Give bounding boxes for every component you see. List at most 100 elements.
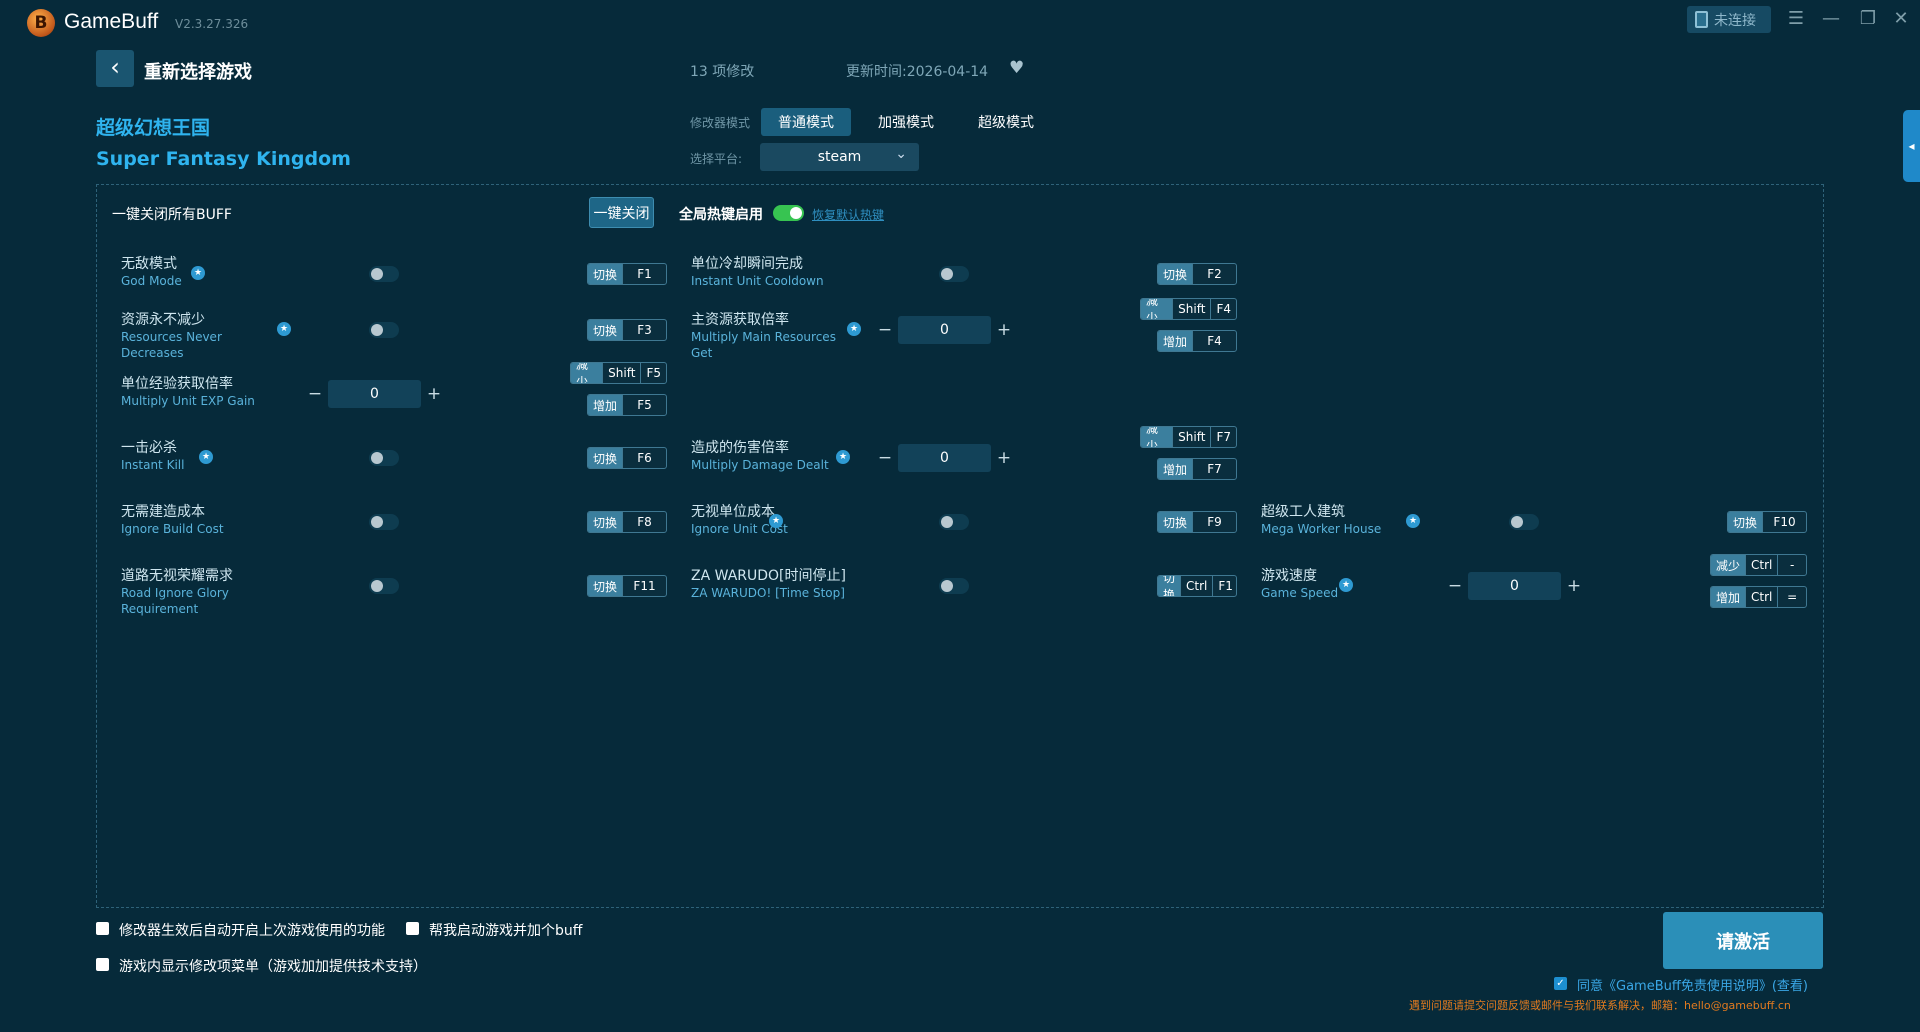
hotkey-key: F2 — [1192, 264, 1236, 284]
cheat-toggle[interactable] — [369, 450, 399, 466]
hotkey-action: 切换 — [1158, 512, 1193, 532]
hotkey-increase[interactable]: 增加 F5 — [587, 394, 667, 416]
connection-status-button[interactable]: 未连接 — [1687, 6, 1771, 33]
back-arrow-icon[interactable]: ‹ — [96, 50, 134, 87]
hotkey-key: = — [1777, 587, 1806, 607]
increase-button[interactable]: + — [995, 321, 1013, 339]
hotkey-decrease[interactable]: 减少 Shift F4 — [1140, 298, 1237, 320]
side-panel-tab[interactable]: ◂ — [1903, 110, 1920, 182]
agree-terms-link[interactable]: 同意《GameBuff免责使用说明》(查看) — [1577, 975, 1808, 994]
mode-enhanced-button[interactable]: 加强模式 — [861, 108, 951, 136]
restore-default-hotkeys-link[interactable]: 恢复默认热键 — [812, 206, 884, 223]
cheat-name-en: Multiply Main Resources Get — [691, 330, 836, 360]
mode-normal-button[interactable]: 普通模式 — [761, 108, 851, 136]
hotkey-key: - — [1777, 555, 1806, 575]
hotkey-toggle[interactable]: 切换 F2 — [1157, 263, 1237, 285]
cheat-name-en: God Mode — [121, 274, 182, 288]
auto-enable-checkbox[interactable] — [96, 922, 109, 935]
star-icon[interactable]: ★ — [191, 266, 205, 280]
hotkey-key: F10 — [1762, 512, 1806, 532]
cheat-toggle[interactable] — [939, 578, 969, 594]
cheat-name-cn: 游戏速度 — [1261, 568, 1317, 584]
hotkey-key: Shift — [1172, 427, 1210, 447]
restore-icon[interactable]: ❐ — [1857, 8, 1879, 30]
mod-count: 13 项修改 — [690, 64, 755, 80]
hotkey-toggle[interactable]: 切换 F10 — [1727, 511, 1807, 533]
gamebuff-logo-icon: B — [27, 9, 55, 37]
value-input[interactable]: 0 — [328, 380, 421, 408]
chevron-down-icon: ⌄ — [895, 146, 907, 162]
cheat-toggle[interactable] — [369, 578, 399, 594]
star-icon[interactable]: ★ — [769, 514, 783, 528]
platform-select[interactable]: steam ⌄ — [760, 143, 919, 171]
hotkey-key: F7 — [1210, 427, 1236, 447]
cheat-name-cn: 道路无视荣耀需求 — [121, 568, 233, 584]
cheat-toggle[interactable] — [939, 514, 969, 530]
increase-button[interactable]: + — [425, 385, 443, 403]
hotkey-key: Ctrl — [1745, 587, 1777, 607]
hotkey-key: F1 — [622, 264, 666, 284]
activate-button[interactable]: 请激活 — [1663, 912, 1823, 969]
heart-icon[interactable]: ♥ — [1009, 58, 1024, 78]
cheat-toggle[interactable] — [369, 266, 399, 282]
increase-button[interactable]: + — [1565, 577, 1583, 595]
hotkey-increase[interactable]: 增加 F7 — [1157, 458, 1237, 480]
hotkey-toggle[interactable]: 切换 Ctrl F1 — [1157, 575, 1237, 597]
cheat-name-cn: 单位冷却瞬间完成 — [691, 256, 803, 272]
hotkey-toggle[interactable]: 切换 F11 — [587, 575, 667, 597]
mode-label: 修改器模式 — [690, 116, 751, 130]
cheat-toggle[interactable] — [369, 514, 399, 530]
hotkey-key: F4 — [1210, 299, 1236, 319]
star-icon[interactable]: ★ — [199, 450, 213, 464]
hotkey-decrease[interactable]: 减少 Ctrl - — [1710, 554, 1807, 576]
hotkey-toggle[interactable]: 切换 F8 — [587, 511, 667, 533]
decrease-button[interactable]: − — [876, 449, 894, 467]
minimize-icon[interactable]: — — [1820, 8, 1842, 30]
ingame-menu-label: 游戏内显示修改项菜单（游戏加加提供技术支持） — [119, 959, 427, 975]
close-all-button[interactable]: 一键关闭 — [589, 197, 654, 228]
decrease-button[interactable]: − — [1446, 577, 1464, 595]
increase-button[interactable]: + — [995, 449, 1013, 467]
value-input[interactable]: 0 — [898, 316, 991, 344]
hotkey-toggle[interactable]: 切换 F6 — [587, 447, 667, 469]
decrease-button[interactable]: − — [876, 321, 894, 339]
reselect-game-label[interactable]: 重新选择游戏 — [144, 58, 252, 84]
value-input[interactable]: 0 — [1468, 572, 1561, 600]
hotkey-toggle[interactable]: 切换 F1 — [587, 263, 667, 285]
star-icon[interactable]: ★ — [847, 322, 861, 336]
star-icon[interactable]: ★ — [836, 450, 850, 464]
cheat-name-en: Instant Unit Cooldown — [691, 274, 824, 288]
ingame-menu-checkbox[interactable] — [96, 958, 109, 971]
menu-icon[interactable]: ☰ — [1785, 8, 1807, 30]
close-icon[interactable]: ✕ — [1890, 8, 1912, 30]
cheat-name-cn: 超级工人建筑 — [1261, 504, 1345, 520]
hotkey-increase[interactable]: 增加 Ctrl = — [1710, 586, 1807, 608]
star-icon[interactable]: ★ — [1406, 514, 1420, 528]
hotkey-increase[interactable]: 增加 F4 — [1157, 330, 1237, 352]
cheat-name-cn: 无视单位成本 — [691, 504, 775, 520]
hotkey-toggle[interactable]: 切换 F9 — [1157, 511, 1237, 533]
global-hotkey-label: 全局热键启用 — [679, 207, 763, 223]
check-icon[interactable]: ✓ — [1554, 977, 1567, 990]
launch-game-checkbox[interactable] — [406, 922, 419, 935]
hotkey-decrease[interactable]: 减少 Shift F5 — [570, 362, 667, 384]
global-hotkey-toggle[interactable] — [773, 205, 804, 221]
value-input[interactable]: 0 — [898, 444, 991, 472]
hotkey-key: Shift — [1172, 299, 1210, 319]
hotkey-decrease[interactable]: 减少 Shift F7 — [1140, 426, 1237, 448]
hotkey-action: 切换 — [588, 264, 623, 284]
cheat-toggle[interactable] — [369, 322, 399, 338]
close-all-label: 一键关闭所有BUFF — [112, 207, 232, 223]
cheat-toggle[interactable] — [1509, 514, 1539, 530]
star-icon[interactable]: ★ — [1339, 578, 1353, 592]
hotkey-toggle[interactable]: 切换 F3 — [587, 319, 667, 341]
mode-super-button[interactable]: 超级模式 — [961, 108, 1051, 136]
device-icon — [1695, 11, 1708, 28]
cheat-name-en: Road Ignore Glory Requirement — [121, 586, 229, 616]
decrease-button[interactable]: − — [306, 385, 324, 403]
hotkey-action: 切换 — [1158, 576, 1181, 596]
cheat-toggle[interactable] — [939, 266, 969, 282]
game-title-cn: 超级幻想王国 — [96, 117, 211, 139]
star-icon[interactable]: ★ — [277, 322, 291, 336]
game-title-en: Super Fantasy Kingdom — [96, 148, 351, 170]
